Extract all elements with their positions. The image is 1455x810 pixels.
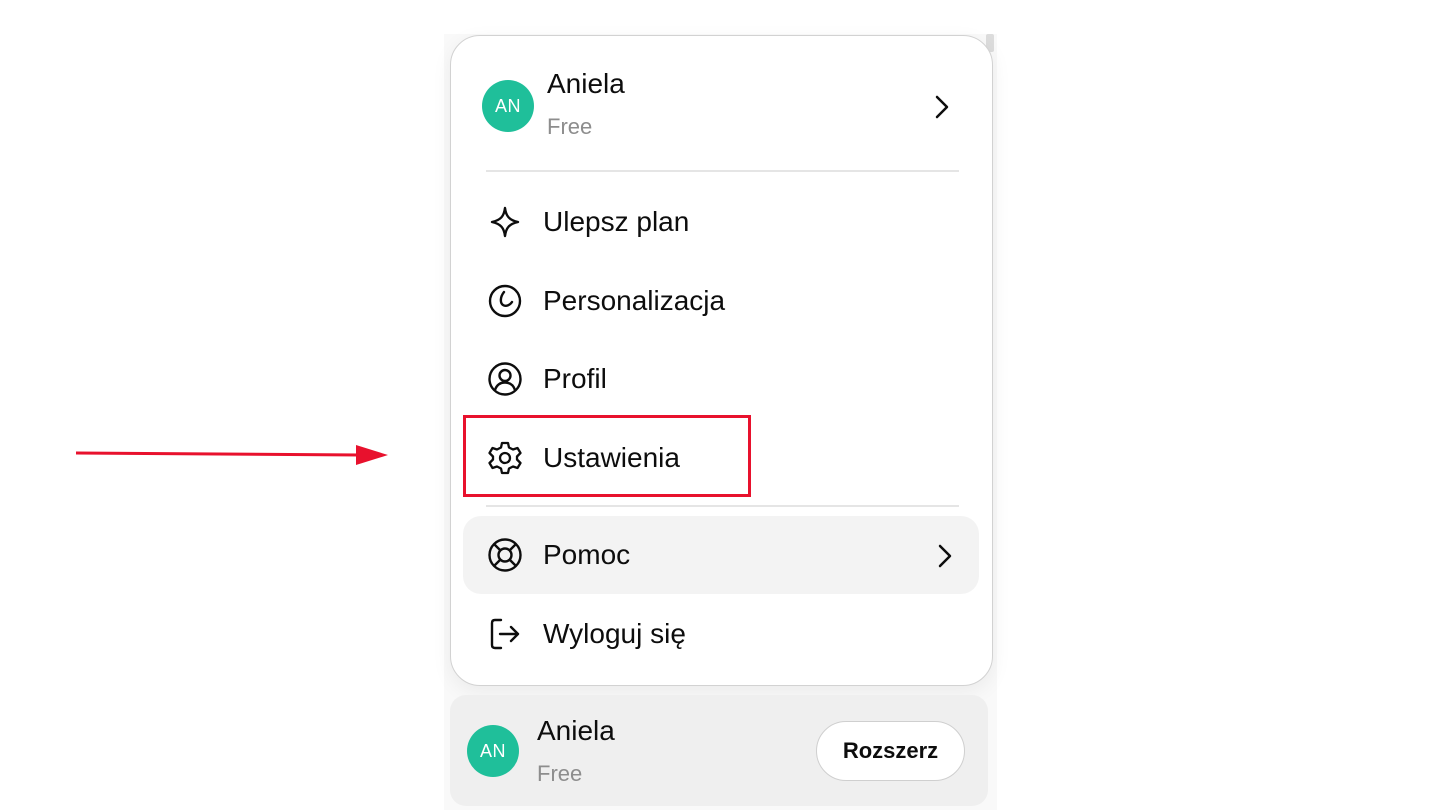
expand-button[interactable]: Rozszerz <box>816 721 965 781</box>
menu-item-help[interactable]: Pomoc <box>463 516 979 594</box>
avatar: AN <box>467 725 519 777</box>
menu-item-profile[interactable]: Profil <box>463 340 979 418</box>
account-menu: AN Aniela Free Ulepsz plan Personalizacj… <box>450 35 993 686</box>
user-plan: Free <box>547 114 593 139</box>
menu-item-upgrade-plan[interactable]: Ulepsz plan <box>463 183 979 261</box>
user-name: Aniela <box>547 68 625 99</box>
highlight-box <box>463 415 751 497</box>
profile-icon <box>488 362 522 396</box>
menu-item-label: Wyloguj się <box>543 618 686 649</box>
divider <box>486 170 959 172</box>
user-plan: Free <box>537 761 583 786</box>
menu-user-header[interactable]: AN Aniela Free <box>451 36 992 166</box>
user-name: Aniela <box>537 715 615 746</box>
chevron-right-icon <box>935 95 949 119</box>
menu-item-label: Personalizacja <box>543 285 726 316</box>
personalize-icon <box>488 284 522 318</box>
sparkle-icon <box>490 206 520 238</box>
annotation-arrow-icon <box>76 445 388 465</box>
menu-item-personalization[interactable]: Personalizacja <box>463 262 979 340</box>
menu-item-label: Ulepsz plan <box>543 206 690 237</box>
lifebuoy-icon <box>488 538 522 572</box>
avatar: AN <box>482 80 534 132</box>
menu-item-logout[interactable]: Wyloguj się <box>463 595 979 673</box>
chevron-right-icon <box>938 544 952 568</box>
logout-icon <box>490 618 520 650</box>
menu-item-label: Profil <box>543 363 607 394</box>
menu-item-label: Pomoc <box>543 539 631 570</box>
divider <box>486 505 959 507</box>
